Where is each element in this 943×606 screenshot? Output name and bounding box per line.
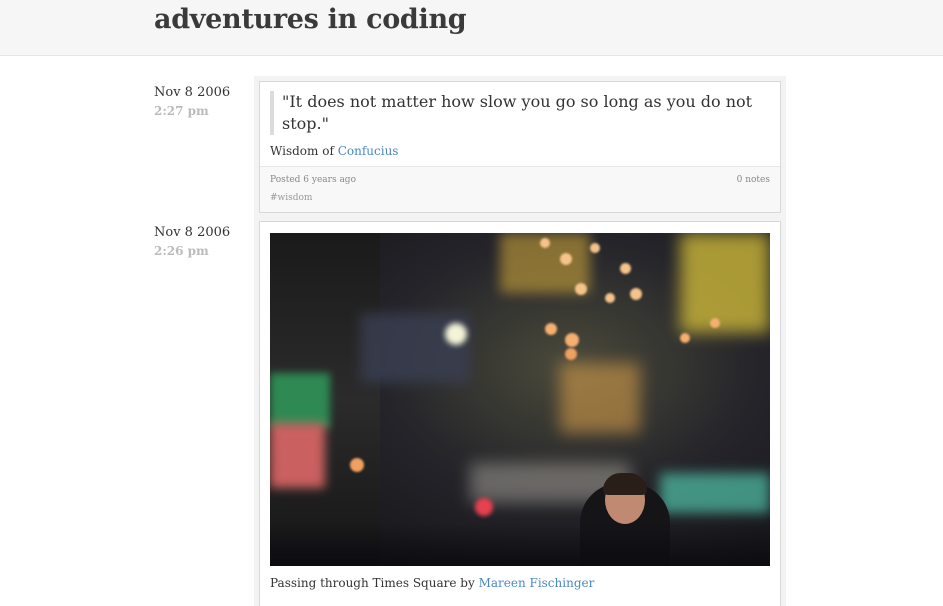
quote-card: "It does not matter how slow you go so l… — [259, 81, 781, 213]
post-photo[interactable] — [270, 233, 770, 566]
bokeh-dot — [620, 263, 631, 274]
quote-source-prefix: Wisdom of — [270, 144, 334, 158]
quote-body: "It does not matter how slow you go so l… — [260, 82, 780, 166]
bokeh-dot — [445, 323, 467, 345]
post-meta: Posted 6 years ago 0 notes #wisdom — [260, 166, 780, 212]
bokeh-dot — [710, 318, 720, 328]
posted-timestamp-link[interactable]: Posted 6 years ago — [270, 175, 356, 185]
bokeh-dot — [560, 253, 572, 265]
bokeh-dot — [540, 238, 550, 248]
bokeh-dot — [605, 293, 615, 303]
bokeh-dot — [545, 323, 557, 335]
post-card-frame: Passing through Times Square by Mareen F… — [254, 216, 786, 606]
photo-caption-prefix: Passing through Times Square by — [270, 576, 475, 590]
post-card-frame: "It does not matter how slow you go so l… — [254, 76, 786, 218]
post-date-time: 2:26 pm — [154, 244, 209, 258]
site-title[interactable]: adventures in coding — [154, 4, 467, 35]
quote-source-link[interactable]: Confucius — [338, 144, 399, 158]
photo-sign-orange — [560, 363, 640, 433]
bokeh-dot — [565, 348, 577, 360]
photo-card: Passing through Times Square by Mareen F… — [259, 221, 781, 606]
bokeh-dot — [350, 458, 364, 472]
tag-link[interactable]: #wisdom — [270, 193, 312, 203]
photo-credit-link[interactable]: Mareen Fischinger — [479, 576, 595, 590]
bokeh-dot — [575, 283, 587, 295]
photo-caption: Passing through Times Square by Mareen F… — [270, 576, 770, 590]
post-date: Nov 8 2006 2:26 pm — [154, 224, 230, 260]
site-header: adventures in coding — [0, 0, 943, 56]
bokeh-dot — [475, 498, 493, 516]
post-date-day: Nov 8 2006 — [154, 225, 231, 240]
post-date-day: Nov 8 2006 — [154, 85, 231, 100]
quote-source: Wisdom of Confucius — [270, 144, 770, 158]
notes-count-link[interactable]: 0 notes — [737, 175, 770, 185]
photo-sign-red — [270, 423, 325, 488]
photo-body: Passing through Times Square by Mareen F… — [260, 222, 780, 590]
photo-sign-bright — [680, 233, 770, 333]
post-date: Nov 8 2006 2:27 pm — [154, 84, 230, 120]
photo-sign-teal — [660, 473, 770, 513]
bokeh-dot — [590, 243, 600, 253]
post-date-time: 2:27 pm — [154, 104, 209, 118]
photo-person-hair — [603, 473, 647, 495]
bokeh-dot — [630, 288, 642, 300]
quote-text: "It does not matter how slow you go so l… — [270, 91, 770, 135]
bokeh-dot — [680, 333, 690, 343]
photo-crowd-shadow — [270, 523, 770, 566]
bokeh-dot — [565, 333, 579, 347]
photo-sign-green — [270, 373, 330, 428]
